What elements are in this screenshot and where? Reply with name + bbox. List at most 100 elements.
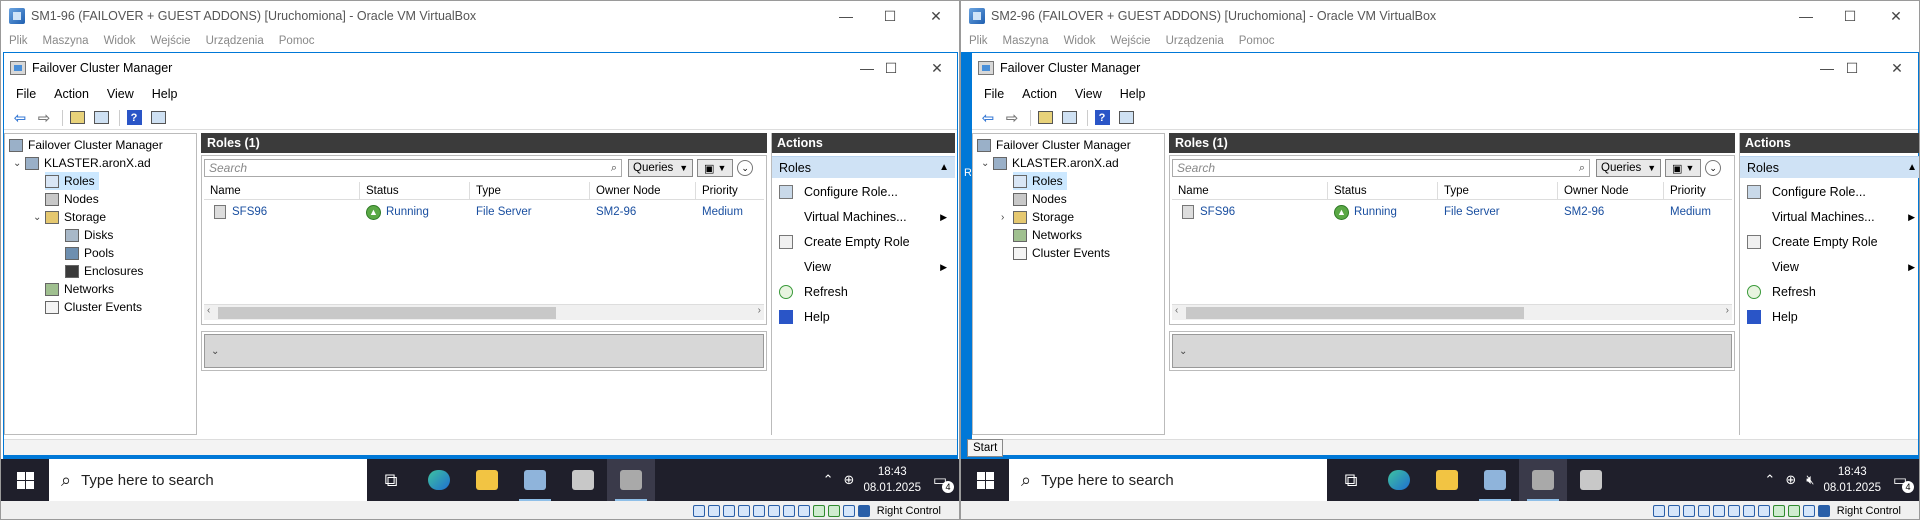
show-hide-action-pane-icon[interactable] <box>148 108 168 128</box>
failover-manager-button[interactable] <box>1519 459 1567 501</box>
scroll-left-icon[interactable]: ‹ <box>1175 305 1178 316</box>
vb-menu-widok[interactable]: Widok <box>104 35 136 47</box>
vb-menu-plik[interactable]: Plik <box>969 35 988 47</box>
action-virtual-machines[interactable]: Virtual Machines... ▶ <box>772 205 955 229</box>
optical-drive-icon[interactable] <box>707 505 720 517</box>
fcm-maximize-button[interactable]: ☐ <box>1829 53 1875 83</box>
up-folder-icon[interactable] <box>67 108 87 128</box>
cluster-app-button[interactable] <box>559 459 607 501</box>
minimize-button[interactable]: — <box>1783 1 1829 31</box>
guest-additions-icon[interactable] <box>1787 505 1800 517</box>
col-type[interactable]: Type <box>470 181 590 200</box>
task-view-button[interactable]: ⧉ <box>1327 459 1375 501</box>
display-icon[interactable] <box>782 505 795 517</box>
guest-additions-icon[interactable] <box>827 505 840 517</box>
cpu-icon[interactable] <box>812 505 825 517</box>
close-button[interactable]: ✕ <box>913 1 959 31</box>
menu-help[interactable]: Help <box>1120 87 1146 101</box>
chevron-down-icon[interactable]: ⌄ <box>981 158 993 169</box>
menu-file[interactable]: File <box>16 87 36 101</box>
action-view[interactable]: View ▶ <box>772 255 955 279</box>
queries-button[interactable]: Queries ▼ <box>1596 159 1662 177</box>
action-help[interactable]: Help <box>772 305 955 329</box>
show-hide-tree-icon[interactable] <box>91 108 111 128</box>
vb-menu-pomoc[interactable]: Pomoc <box>279 35 315 47</box>
tree-item-roles[interactable]: Roles <box>1013 172 1067 190</box>
mouse-integration-icon[interactable] <box>1802 505 1815 517</box>
details-bar[interactable]: ⌄ <box>204 334 764 368</box>
taskbar-search-box[interactable]: ⌕ Type here to search <box>49 459 367 501</box>
tree-item-cluster-events[interactable]: Cluster Events <box>45 298 142 316</box>
notifications-button[interactable]: ▭ 4 <box>1887 467 1914 493</box>
menu-action[interactable]: Action <box>54 87 89 101</box>
edge-button[interactable] <box>415 459 463 501</box>
up-folder-icon[interactable] <box>1035 108 1055 128</box>
tree-item-roles[interactable]: Roles <box>45 172 99 190</box>
cluster-app-button[interactable] <box>1567 459 1615 501</box>
action-refresh[interactable]: Refresh <box>1740 280 1919 304</box>
action-configure-role[interactable]: Configure Role... <box>1740 180 1919 204</box>
notifications-button[interactable]: ▭ 4 <box>927 467 954 493</box>
fcm-close-button[interactable]: ✕ <box>914 53 959 83</box>
col-priority[interactable]: Priority <box>696 182 764 200</box>
shared-folders-icon[interactable] <box>767 505 780 517</box>
tree-item-storage[interactable]: ⌄ Storage <box>33 208 106 226</box>
actions-roles-section[interactable]: Roles ▲ <box>772 156 955 178</box>
network-adapter-icon[interactable] <box>737 505 750 517</box>
recording-icon[interactable] <box>1757 505 1770 517</box>
search-input[interactable]: Search ⌕ <box>1172 159 1590 177</box>
server-manager-button[interactable] <box>1471 459 1519 501</box>
fcm-maximize-button[interactable]: ☐ <box>868 53 914 83</box>
keyboard-capture-icon[interactable] <box>857 505 870 517</box>
server-manager-button[interactable] <box>511 459 559 501</box>
action-create-empty-role[interactable]: Create Empty Role <box>772 230 955 254</box>
expand-button[interactable]: ⌄ <box>737 160 754 176</box>
search-icon[interactable]: ⌕ <box>611 162 617 175</box>
action-view[interactable]: View ▶ <box>1740 255 1919 279</box>
collapse-up-icon[interactable]: ▲ <box>939 162 949 173</box>
col-type[interactable]: Type <box>1438 181 1558 200</box>
network-adapter-icon[interactable] <box>1697 505 1710 517</box>
back-arrow-icon[interactable]: ⇦ <box>978 108 998 128</box>
usb-icon[interactable] <box>1712 505 1725 517</box>
clock[interactable]: 18:43 08.01.2025 <box>1823 464 1881 496</box>
tree-item-networks[interactable]: Networks <box>1013 226 1082 244</box>
usb-icon[interactable] <box>752 505 765 517</box>
queries-button[interactable]: Queries ▼ <box>628 159 694 177</box>
tree-item-cluster-events[interactable]: Cluster Events <box>1013 244 1110 262</box>
vb-menu-maszyna[interactable]: Maszyna <box>43 35 89 47</box>
help-icon[interactable]: ? <box>124 108 144 128</box>
vb-menu-maszyna[interactable]: Maszyna <box>1003 35 1049 47</box>
table-row[interactable]: SFS96 ▲ Running File Server SM2-96 Mediu… <box>1172 202 1732 222</box>
scrollbar-thumb[interactable] <box>1186 307 1524 319</box>
close-button[interactable]: ✕ <box>1873 1 1919 31</box>
chevron-down-icon[interactable]: ⌄ <box>211 346 219 357</box>
file-explorer-button[interactable] <box>1423 459 1471 501</box>
volume-muted-icon[interactable]: 🔇︎ <box>1806 472 1814 488</box>
chevron-right-icon[interactable]: › <box>1001 212 1013 223</box>
audio-icon[interactable] <box>722 505 735 517</box>
display-icon[interactable] <box>1742 505 1755 517</box>
tree-item-root[interactable]: Failover Cluster Manager <box>9 136 163 154</box>
scroll-right-icon[interactable]: › <box>758 305 761 316</box>
forward-arrow-icon[interactable]: ⇨ <box>1002 108 1022 128</box>
edge-button[interactable] <box>1375 459 1423 501</box>
cpu-icon[interactable] <box>1772 505 1785 517</box>
col-name[interactable]: Name <box>204 181 360 200</box>
start-button[interactable] <box>1 459 49 501</box>
menu-view[interactable]: View <box>107 87 134 101</box>
menu-view[interactable]: View <box>1075 87 1102 101</box>
col-owner-node[interactable]: Owner Node <box>1558 181 1664 200</box>
menu-help[interactable]: Help <box>152 87 178 101</box>
action-virtual-machines[interactable]: Virtual Machines... ▶ <box>1740 205 1919 229</box>
table-row[interactable]: SFS96 ▲ Running File Server SM2-96 Mediu… <box>204 202 764 222</box>
optical-drive-icon[interactable] <box>1667 505 1680 517</box>
col-status[interactable]: Status <box>360 181 470 200</box>
keyboard-capture-icon[interactable] <box>1817 505 1830 517</box>
chevron-down-icon[interactable]: ⌄ <box>33 212 45 223</box>
col-owner-node[interactable]: Owner Node <box>590 181 696 200</box>
vb-menu-urzadzenia[interactable]: Urządzenia <box>206 35 264 47</box>
show-hide-tree-icon[interactable] <box>1059 108 1079 128</box>
network-icon[interactable]: ⊕ <box>844 472 855 488</box>
vb-menu-wejscie[interactable]: Wejście <box>151 35 191 47</box>
